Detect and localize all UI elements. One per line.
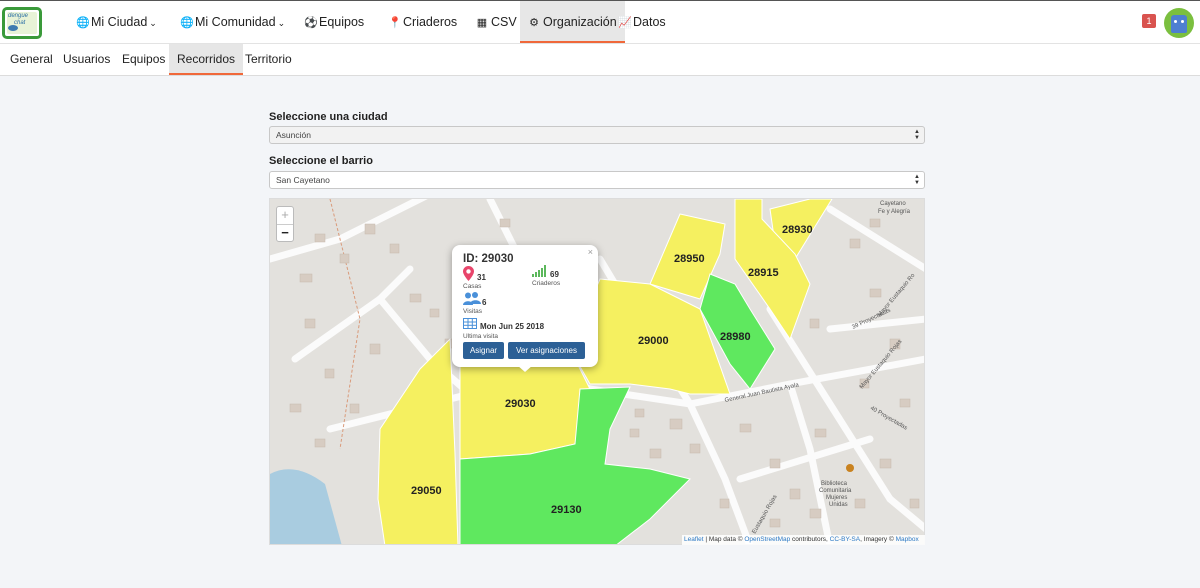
nav-mi-ciudad[interactable]: 🌐Mi Ciudad ⌄: [76, 1, 157, 43]
mapbox-link[interactable]: Mapbox: [896, 536, 919, 543]
zone-label: 29030: [505, 398, 536, 410]
line-chart-icon: 📈: [618, 17, 632, 29]
calendar-table-icon: [463, 318, 477, 329]
gear-icon: ⚙: [529, 17, 539, 29]
city-label: Seleccione una ciudad: [269, 111, 388, 123]
zoom-in-button[interactable]: +: [277, 207, 293, 224]
zone-label: 29130: [551, 504, 582, 516]
soccer-ball-icon: ⚽: [304, 17, 318, 29]
casas-label: Casas: [463, 283, 482, 290]
nav-mi-ciudad-label: Mi Ciudad: [91, 15, 148, 29]
zone-label: 29000: [638, 335, 669, 347]
popup-title: ID: 29030: [463, 253, 514, 265]
nav-datos-label: Datos: [633, 15, 666, 29]
library-icon[interactable]: [846, 464, 854, 472]
zone-popup: × ID: 29030 31 Casas 69 Criaderos 6 Visi…: [452, 245, 598, 372]
nav-csv[interactable]: ▦ CSV: [476, 1, 517, 43]
street-label: Biblioteca: [821, 481, 848, 487]
zone-label: 28930: [782, 224, 813, 236]
attribution-text: , Imagery ©: [860, 536, 896, 543]
attribution-text: | Map data ©: [703, 536, 745, 543]
nav-datos[interactable]: 📈Datos: [618, 1, 666, 43]
street-label: Cayetano: [880, 201, 906, 207]
zone-label: 29050: [411, 485, 442, 497]
barrio-select[interactable]: San Cayetano ▲ ▼: [269, 171, 925, 189]
nav-criaderos[interactable]: 📍Criaderos: [388, 1, 457, 43]
avatar-eye: [1174, 20, 1177, 23]
app-logo[interactable]: dengue chat: [2, 7, 42, 39]
attribution-text: contributors,: [790, 536, 830, 543]
asignar-button[interactable]: Asignar: [463, 342, 504, 359]
barrio-select-value: San Cayetano: [276, 175, 330, 185]
visitas-value: 6: [482, 298, 487, 307]
select-arrows-icon: ▲ ▼: [914, 174, 920, 186]
ultima-visita-label: Ultima visita: [463, 333, 499, 340]
select-arrows-icon: ▲ ▼: [914, 129, 920, 141]
nav-organizacion[interactable]: ⚙ Organización: [520, 1, 625, 43]
top-navbar: dengue chat 🌐Mi Ciudad ⌄ 🌐Mi Comunidad ⌄ ⚽…: [0, 0, 1200, 44]
criaderos-label: Criaderos: [532, 280, 561, 287]
nav-equipos-label: Equipos: [319, 15, 365, 29]
mosquito-icon: [8, 25, 18, 31]
nav-criaderos-label: Criaderos: [403, 15, 458, 29]
robot-avatar-icon: [1171, 15, 1187, 33]
street-label: Unidas: [829, 502, 848, 508]
map-marker-icon: 📍: [388, 17, 402, 29]
street-label: Mujeres: [826, 495, 847, 501]
barrio-label: Seleccione el barrio: [269, 155, 373, 167]
visitas-label: Visitas: [463, 308, 483, 315]
ccbysa-link[interactable]: CC-BY-SA: [830, 536, 860, 543]
leaflet-link[interactable]: Leaflet: [684, 536, 704, 543]
city-select[interactable]: Asunción ▲ ▼: [269, 126, 925, 144]
nav-mi-comunidad-label: Mi Comunidad: [195, 15, 276, 29]
nav-csv-label: CSV: [491, 15, 517, 29]
chevron-down-icon: ⌄: [277, 18, 286, 28]
map-marker-icon: [463, 266, 474, 281]
zoom-out-button[interactable]: −: [277, 224, 293, 241]
zone-label: 28950: [674, 253, 705, 265]
sub-navbar: General Usuarios Equipos Recorridos Terr…: [0, 44, 1200, 76]
users-icon: [463, 292, 481, 305]
globe-icon: 🌐: [76, 17, 90, 29]
logo-text-top: dengue: [8, 13, 29, 19]
popup-tip: [517, 365, 533, 372]
close-icon[interactable]: ×: [588, 247, 593, 257]
casas-value: 31: [477, 273, 486, 282]
zone-label: 28915: [748, 267, 779, 279]
criaderos-value: 69: [550, 270, 559, 279]
street-label: Fe y Alegría: [878, 209, 911, 215]
avatar-eye: [1181, 20, 1184, 23]
zoom-control: + −: [276, 206, 294, 242]
table-icon: ▦: [476, 17, 488, 29]
user-avatar[interactable]: [1164, 8, 1194, 38]
globe-icon: 🌐: [180, 17, 194, 29]
nav-organizacion-label: Organización: [543, 15, 617, 29]
nav-mi-comunidad[interactable]: 🌐Mi Comunidad ⌄: [180, 1, 285, 43]
street-label: Comunitaria: [819, 488, 852, 494]
tab-equipos[interactable]: Equipos: [122, 44, 165, 75]
tab-territorio[interactable]: Territorio: [245, 44, 292, 75]
zone-label: 28980: [720, 331, 751, 343]
city-select-value: Asunción: [276, 130, 311, 140]
nav-equipos[interactable]: ⚽Equipos: [304, 1, 364, 43]
ver-asignaciones-button[interactable]: Ver asignaciones: [508, 342, 585, 359]
map-attribution: Leaflet | Map data © OpenStreetMap contr…: [682, 535, 925, 545]
tab-general[interactable]: General: [10, 44, 53, 75]
signal-bars-icon: [532, 265, 546, 277]
tab-usuarios[interactable]: Usuarios: [63, 44, 110, 75]
notification-badge[interactable]: 1: [1142, 14, 1156, 28]
tab-recorridos[interactable]: Recorridos: [169, 44, 244, 75]
ultima-visita-value: Mon Jun 25 2018: [480, 322, 545, 331]
chevron-down-icon: ⌄: [149, 18, 157, 28]
osm-link[interactable]: OpenStreetMap: [744, 536, 790, 543]
